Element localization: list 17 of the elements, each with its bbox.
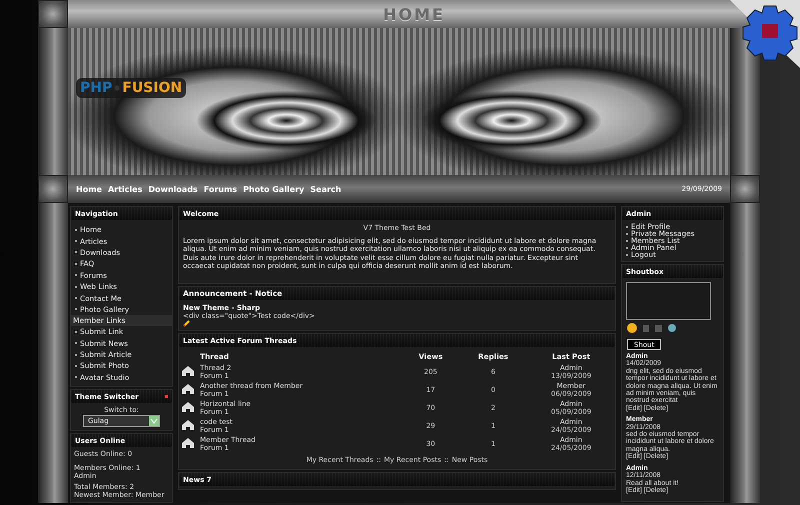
nav-link[interactable]: Downloads [148, 184, 198, 194]
nav-link[interactable]: Photo Gallery [243, 184, 304, 194]
nav-link[interactable]: Articles [108, 184, 142, 194]
page-title: HOME [383, 4, 445, 24]
ornament-icon [38, 0, 68, 28]
nav-link[interactable]: Home [76, 184, 102, 194]
nav-link[interactable]: Forums [204, 184, 238, 194]
logo-dot-icon [114, 85, 120, 91]
gear-icon [730, 0, 800, 68]
pencil-icon[interactable] [183, 320, 190, 328]
ornament-icon [730, 175, 760, 203]
shout-input[interactable] [626, 282, 711, 320]
dropdown-icon [149, 416, 159, 426]
collapse-icon[interactable] [165, 395, 168, 398]
nav-link[interactable]: Search [310, 184, 342, 194]
logo[interactable]: PHP FUSION [76, 78, 186, 98]
ornament-icon [38, 175, 68, 203]
